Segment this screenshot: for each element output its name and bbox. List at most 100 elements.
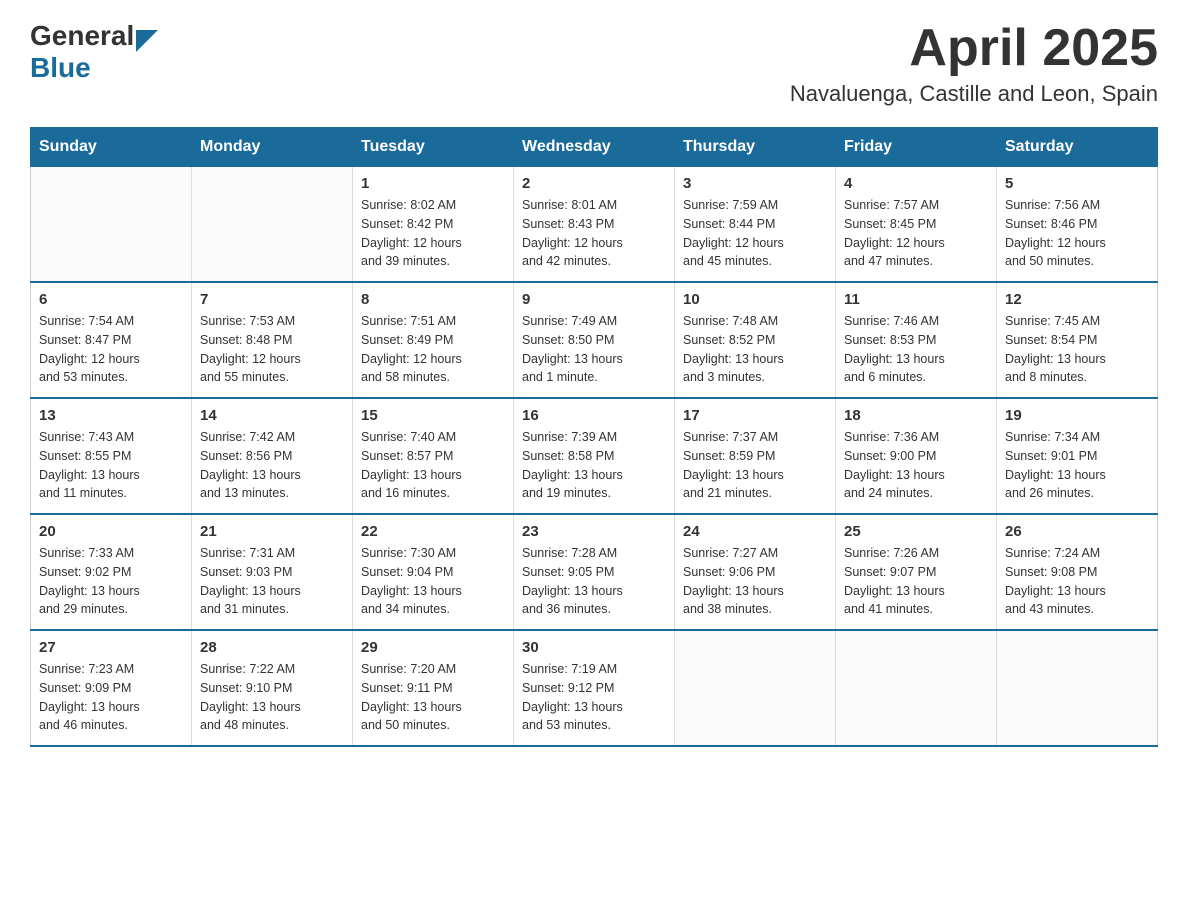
calendar-day-cell: 23 Sunrise: 7:28 AMSunset: 9:05 PMDayligh… <box>514 514 675 630</box>
day-number: 9 <box>522 291 666 308</box>
day-info: Sunrise: 7:31 AMSunset: 9:03 PMDaylight:… <box>200 544 344 619</box>
day-info: Sunrise: 7:45 AMSunset: 8:54 PMDaylight:… <box>1005 312 1149 387</box>
day-info: Sunrise: 7:23 AMSunset: 9:09 PMDaylight:… <box>39 660 183 735</box>
day-info: Sunrise: 7:33 AMSunset: 9:02 PMDaylight:… <box>39 544 183 619</box>
day-info: Sunrise: 7:26 AMSunset: 9:07 PMDaylight:… <box>844 544 988 619</box>
calendar-day-cell <box>675 630 836 746</box>
day-info: Sunrise: 7:40 AMSunset: 8:57 PMDaylight:… <box>361 428 505 503</box>
day-number: 3 <box>683 175 827 192</box>
day-number: 12 <box>1005 291 1149 308</box>
day-info: Sunrise: 7:30 AMSunset: 9:04 PMDaylight:… <box>361 544 505 619</box>
day-info: Sunrise: 7:37 AMSunset: 8:59 PMDaylight:… <box>683 428 827 503</box>
calendar-day-cell: 22 Sunrise: 7:30 AMSunset: 9:04 PMDayligh… <box>353 514 514 630</box>
logo-blue-text: Blue <box>30 52 158 84</box>
calendar-table: SundayMondayTuesdayWednesdayThursdayFrid… <box>30 127 1158 747</box>
day-number: 26 <box>1005 523 1149 540</box>
calendar-header-cell: Sunday <box>31 128 192 167</box>
day-info: Sunrise: 7:19 AMSunset: 9:12 PMDaylight:… <box>522 660 666 735</box>
day-info: Sunrise: 7:59 AMSunset: 8:44 PMDaylight:… <box>683 196 827 271</box>
calendar-day-cell: 25Sunrise: 7:26 AMSunset: 9:07 PMDayligh… <box>836 514 997 630</box>
day-number: 11 <box>844 291 988 308</box>
calendar-day-cell: 5 Sunrise: 7:56 AMSunset: 8:46 PMDaylight… <box>997 167 1158 283</box>
calendar-day-cell: 30 Sunrise: 7:19 AMSunset: 9:12 PMDayligh… <box>514 630 675 746</box>
day-info: Sunrise: 7:54 AMSunset: 8:47 PMDaylight:… <box>39 312 183 387</box>
page-subtitle: Navaluenga, Castille and Leon, Spain <box>790 81 1158 107</box>
day-info: Sunrise: 7:42 AMSunset: 8:56 PMDaylight:… <box>200 428 344 503</box>
day-number: 20 <box>39 523 183 540</box>
logo-arrow-icon <box>136 30 158 52</box>
day-number: 30 <box>522 639 666 656</box>
day-number: 19 <box>1005 407 1149 424</box>
day-number: 8 <box>361 291 505 308</box>
logo: General Blue <box>30 20 158 84</box>
calendar-day-cell: 12 Sunrise: 7:45 AMSunset: 8:54 PMDayligh… <box>997 282 1158 398</box>
day-number: 17 <box>683 407 827 424</box>
day-number: 27 <box>39 639 183 656</box>
day-number: 21 <box>200 523 344 540</box>
calendar-header-cell: Thursday <box>675 128 836 167</box>
calendar-day-cell: 20 Sunrise: 7:33 AMSunset: 9:02 PMDayligh… <box>31 514 192 630</box>
day-number: 15 <box>361 407 505 424</box>
day-info: Sunrise: 7:20 AMSunset: 9:11 PMDaylight:… <box>361 660 505 735</box>
calendar-header: SundayMondayTuesdayWednesdayThursdayFrid… <box>31 128 1158 167</box>
calendar-week-row: 13 Sunrise: 7:43 AMSunset: 8:55 PMDayligh… <box>31 398 1158 514</box>
day-info: Sunrise: 7:46 AMSunset: 8:53 PMDaylight:… <box>844 312 988 387</box>
calendar-day-cell <box>192 167 353 283</box>
calendar-header-cell: Saturday <box>997 128 1158 167</box>
calendar-day-cell: 10Sunrise: 7:48 AMSunset: 8:52 PMDayligh… <box>675 282 836 398</box>
day-number: 23 <box>522 523 666 540</box>
day-info: Sunrise: 7:49 AMSunset: 8:50 PMDaylight:… <box>522 312 666 387</box>
day-number: 24 <box>683 523 827 540</box>
day-number: 18 <box>844 407 988 424</box>
calendar-day-cell <box>997 630 1158 746</box>
calendar-day-cell: 17 Sunrise: 7:37 AMSunset: 8:59 PMDayligh… <box>675 398 836 514</box>
day-number: 13 <box>39 407 183 424</box>
day-info: Sunrise: 7:48 AMSunset: 8:52 PMDaylight:… <box>683 312 827 387</box>
title-block: April 2025 Navaluenga, Castille and Leon… <box>790 20 1158 107</box>
day-number: 4 <box>844 175 988 192</box>
calendar-body: 1Sunrise: 8:02 AMSunset: 8:42 PMDaylight… <box>31 167 1158 747</box>
calendar-day-cell: 26 Sunrise: 7:24 AMSunset: 9:08 PMDayligh… <box>997 514 1158 630</box>
calendar-header-cell: Monday <box>192 128 353 167</box>
day-info: Sunrise: 7:34 AMSunset: 9:01 PMDaylight:… <box>1005 428 1149 503</box>
day-info: Sunrise: 7:28 AMSunset: 9:05 PMDaylight:… <box>522 544 666 619</box>
calendar-day-cell: 13 Sunrise: 7:43 AMSunset: 8:55 PMDayligh… <box>31 398 192 514</box>
calendar-day-cell <box>836 630 997 746</box>
calendar-day-cell: 1Sunrise: 8:02 AMSunset: 8:42 PMDaylight… <box>353 167 514 283</box>
calendar-day-cell: 11 Sunrise: 7:46 AMSunset: 8:53 PMDayligh… <box>836 282 997 398</box>
day-number: 28 <box>200 639 344 656</box>
day-number: 5 <box>1005 175 1149 192</box>
day-number: 1 <box>361 175 505 192</box>
day-number: 7 <box>200 291 344 308</box>
calendar-day-cell: 29 Sunrise: 7:20 AMSunset: 9:11 PMDayligh… <box>353 630 514 746</box>
day-info: Sunrise: 8:01 AMSunset: 8:43 PMDaylight:… <box>522 196 666 271</box>
calendar-week-row: 20 Sunrise: 7:33 AMSunset: 9:02 PMDayligh… <box>31 514 1158 630</box>
day-info: Sunrise: 7:39 AMSunset: 8:58 PMDaylight:… <box>522 428 666 503</box>
day-info: Sunrise: 7:53 AMSunset: 8:48 PMDaylight:… <box>200 312 344 387</box>
day-number: 14 <box>200 407 344 424</box>
calendar-day-cell: 18 Sunrise: 7:36 AMSunset: 9:00 PMDayligh… <box>836 398 997 514</box>
calendar-header-cell: Friday <box>836 128 997 167</box>
calendar-day-cell: 19 Sunrise: 7:34 AMSunset: 9:01 PMDayligh… <box>997 398 1158 514</box>
page-header: General Blue April 2025 Navaluenga, Cast… <box>30 20 1158 107</box>
calendar-day-cell: 27 Sunrise: 7:23 AMSunset: 9:09 PMDayligh… <box>31 630 192 746</box>
day-info: Sunrise: 7:56 AMSunset: 8:46 PMDaylight:… <box>1005 196 1149 271</box>
logo-block: General Blue <box>30 20 158 84</box>
day-number: 16 <box>522 407 666 424</box>
day-info: Sunrise: 7:51 AMSunset: 8:49 PMDaylight:… <box>361 312 505 387</box>
day-number: 6 <box>39 291 183 308</box>
day-number: 22 <box>361 523 505 540</box>
page-title: April 2025 <box>790 20 1158 77</box>
calendar-day-cell: 24Sunrise: 7:27 AMSunset: 9:06 PMDayligh… <box>675 514 836 630</box>
calendar-week-row: 1Sunrise: 8:02 AMSunset: 8:42 PMDaylight… <box>31 167 1158 283</box>
calendar-header-row: SundayMondayTuesdayWednesdayThursdayFrid… <box>31 128 1158 167</box>
calendar-day-cell: 4Sunrise: 7:57 AMSunset: 8:45 PMDaylight… <box>836 167 997 283</box>
logo-general-text: General <box>30 20 134 52</box>
day-info: Sunrise: 7:24 AMSunset: 9:08 PMDaylight:… <box>1005 544 1149 619</box>
calendar-header-cell: Wednesday <box>514 128 675 167</box>
calendar-day-cell: 21 Sunrise: 7:31 AMSunset: 9:03 PMDayligh… <box>192 514 353 630</box>
day-number: 29 <box>361 639 505 656</box>
calendar-day-cell: 28Sunrise: 7:22 AMSunset: 9:10 PMDayligh… <box>192 630 353 746</box>
day-info: Sunrise: 7:43 AMSunset: 8:55 PMDaylight:… <box>39 428 183 503</box>
day-info: Sunrise: 7:36 AMSunset: 9:00 PMDaylight:… <box>844 428 988 503</box>
